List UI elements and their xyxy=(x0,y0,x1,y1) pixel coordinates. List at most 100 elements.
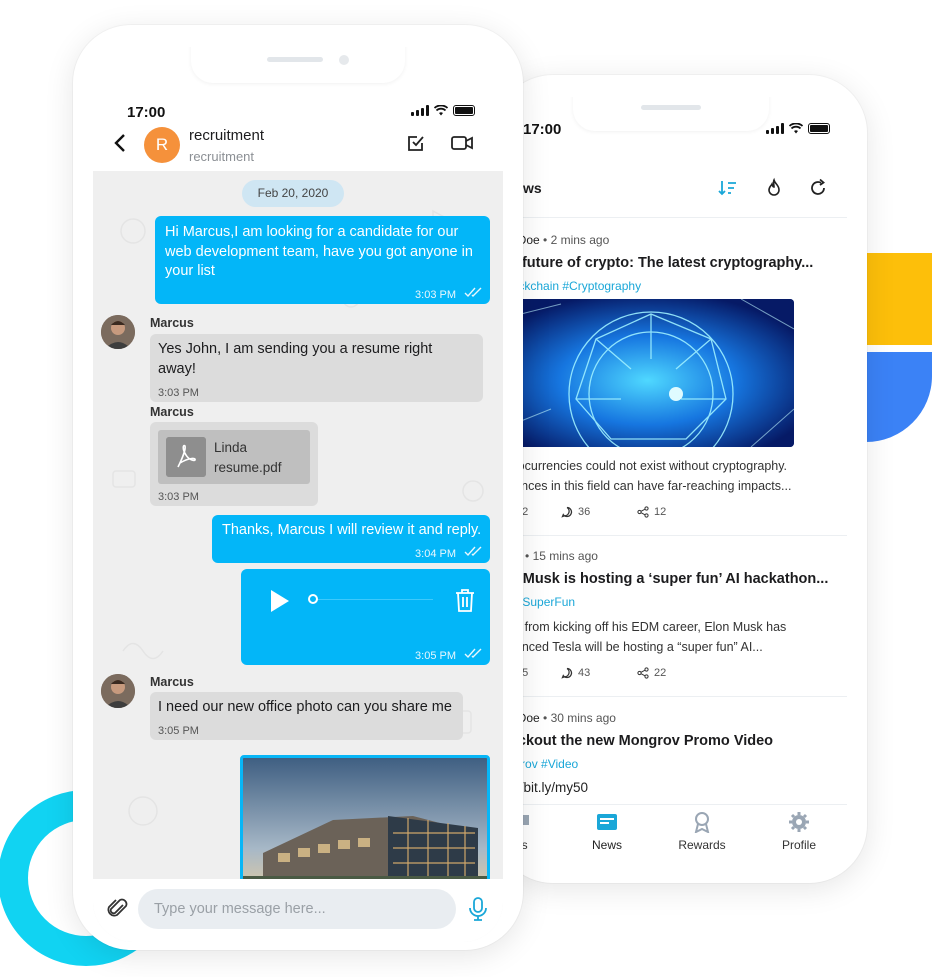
news-age: 15 mins ago xyxy=(532,549,598,563)
office-photo-message[interactable] xyxy=(240,755,490,885)
comment-icon xyxy=(561,667,573,679)
comments-stat[interactable]: 43 xyxy=(561,667,637,679)
pdf-icon xyxy=(166,437,206,477)
video-call-icon[interactable] xyxy=(450,131,474,155)
decorative-yellow-block xyxy=(866,253,932,345)
double-check-icon xyxy=(464,287,482,298)
share-icon xyxy=(637,506,649,518)
shares-stat[interactable]: 12 xyxy=(637,506,666,518)
news-excerpt-line: dvances in this field can have far-reach… xyxy=(501,479,792,493)
tab-rewards[interactable]: Rewards xyxy=(662,811,742,852)
shares-count: 22 xyxy=(654,667,667,679)
speaker xyxy=(267,57,323,62)
voice-message[interactable]: 3:05 PM xyxy=(241,569,490,665)
news-stats: 65 43 22 xyxy=(501,667,666,679)
pdf-attachment[interactable]: Linda resume.pdf xyxy=(158,430,310,484)
chat-screen: 17:00 R recruitment recruitment Feb 20, … xyxy=(93,47,503,942)
system-icons xyxy=(411,105,475,116)
shares-count: 12 xyxy=(654,506,667,518)
decorative-blue-block xyxy=(866,352,932,442)
signal-icon xyxy=(411,105,429,116)
message-composer xyxy=(93,879,503,942)
incoming-message[interactable]: Yes John, I am sending you a resume righ… xyxy=(150,334,483,402)
play-icon[interactable] xyxy=(269,589,291,613)
sort-icon[interactable] xyxy=(717,177,739,199)
news-age: 2 mins ago xyxy=(550,233,610,247)
share-icon xyxy=(637,667,649,679)
news-age: 30 mins ago xyxy=(550,711,616,725)
comments-count: 43 xyxy=(578,667,591,679)
system-icons xyxy=(766,123,830,134)
news-phone: 17:00 ws hn Doe • 2 mins ago he future o… xyxy=(495,75,867,883)
contact-subtitle: recruitment xyxy=(189,149,255,164)
message-text: Yes John, I am sending you a resume righ… xyxy=(158,341,433,377)
outgoing-message[interactable]: Thanks, Marcus I will review it and repl… xyxy=(212,515,490,563)
news-excerpt: yptocurrencies could not exist without c… xyxy=(501,456,821,496)
news-screen: 17:00 ws hn Doe • 2 mins ago he future o… xyxy=(495,97,847,862)
tab-profile[interactable]: Profile xyxy=(759,811,839,852)
trending-fire-icon[interactable] xyxy=(763,177,785,199)
news-headline[interactable]: heckout the new Mongrov Promo Video xyxy=(501,733,773,749)
news-excerpt-line: esh from kicking off his EDM career, Elo… xyxy=(501,620,787,634)
award-icon xyxy=(694,812,710,833)
news-headline[interactable]: he future of crypto: The latest cryptogr… xyxy=(501,255,813,271)
comments-stat[interactable]: 36 xyxy=(561,506,637,518)
message-time: 3:03 PM xyxy=(158,387,199,399)
phone-notch xyxy=(191,47,405,83)
item-divider xyxy=(495,696,847,697)
double-check-icon xyxy=(464,648,482,659)
comments-count: 36 xyxy=(578,506,591,518)
tab-news[interactable]: News xyxy=(567,811,647,852)
message-time: 3:05 PM xyxy=(158,725,199,737)
message-text: Thanks, Marcus I will review it and repl… xyxy=(222,522,482,538)
refresh-icon[interactable] xyxy=(807,177,829,199)
item-divider xyxy=(495,535,847,536)
crypto-article-image xyxy=(501,299,794,447)
microphone-icon[interactable] xyxy=(467,896,489,922)
tab-label: Profile xyxy=(781,838,816,852)
news-headline[interactable]: on Musk is hosting a ‘super fun’ AI hack… xyxy=(501,571,828,587)
trash-icon[interactable] xyxy=(453,587,477,613)
news-header-title: ws xyxy=(523,180,542,196)
marcus-avatar[interactable] xyxy=(101,674,135,708)
news-stats: 52 36 12 xyxy=(501,506,666,518)
office-building-photo xyxy=(243,758,487,882)
battery-icon xyxy=(808,123,830,134)
voice-progress-track[interactable] xyxy=(313,599,433,600)
news-excerpt-line: nounced Tesla will be hosting a “super f… xyxy=(501,640,763,654)
chat-message-area[interactable]: Feb 20, 2020 Hi Marcus,I am looking for … xyxy=(93,171,503,942)
contact-avatar[interactable]: R xyxy=(144,127,180,163)
comment-icon xyxy=(561,506,573,518)
wifi-icon xyxy=(789,123,803,134)
outgoing-message[interactable]: Hi Marcus,I am looking for a candidate f… xyxy=(155,216,490,304)
file-name: Linda resume.pdf xyxy=(214,440,282,475)
incoming-message[interactable]: I need our new office photo can you shar… xyxy=(150,692,463,740)
wifi-icon xyxy=(434,105,448,116)
sender-name: Marcus xyxy=(150,316,194,330)
news-excerpt-line: yptocurrencies could not exist without c… xyxy=(501,459,788,473)
message-input[interactable] xyxy=(138,889,456,929)
chat-header: R recruitment recruitment xyxy=(93,117,503,171)
message-time: 3:03 PM xyxy=(158,491,199,503)
voice-progress-handle[interactable] xyxy=(308,594,318,604)
message-time: 3:04 PM xyxy=(415,548,456,560)
shares-stat[interactable]: 22 xyxy=(637,667,666,679)
marcus-avatar[interactable] xyxy=(101,315,135,349)
task-check-icon[interactable] xyxy=(404,131,428,155)
chat-phone: 17:00 R recruitment recruitment Feb 20, … xyxy=(73,25,523,950)
back-arrow-icon[interactable] xyxy=(109,131,133,155)
message-text: Hi Marcus,I am looking for a candidate f… xyxy=(165,224,473,279)
paperclip-icon[interactable] xyxy=(107,897,129,921)
phone-notch xyxy=(573,97,769,131)
sender-name: Marcus xyxy=(150,675,194,689)
contact-name: recruitment xyxy=(189,127,265,144)
file-message[interactable]: Linda resume.pdf 3:03 PM xyxy=(150,422,318,506)
front-camera xyxy=(339,55,349,65)
date-separator: Feb 20, 2020 xyxy=(242,180,344,207)
news-tab-icon xyxy=(597,814,617,830)
signal-icon xyxy=(766,123,784,134)
tab-label: Rewards xyxy=(678,838,726,852)
message-time: 3:03 PM xyxy=(415,289,456,301)
news-excerpt: esh from kicking off his EDM career, Elo… xyxy=(501,617,821,657)
bottom-tab-bar: ts News Rewards Profile xyxy=(495,804,847,862)
